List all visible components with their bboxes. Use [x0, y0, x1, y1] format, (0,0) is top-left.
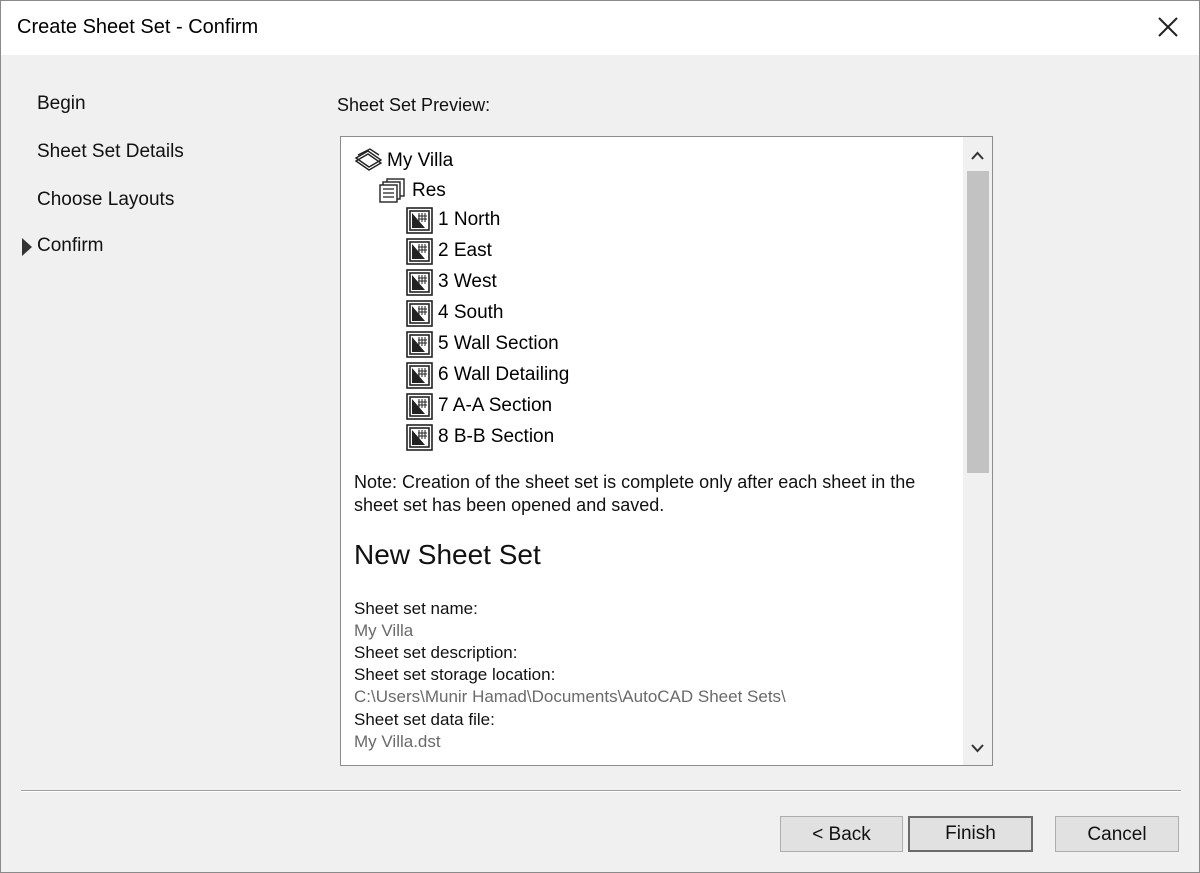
close-button[interactable]: [1139, 1, 1199, 55]
cancel-button[interactable]: Cancel: [1055, 816, 1179, 852]
sheet-icon: [406, 331, 433, 358]
tree-sheet-item[interactable]: 6 Wall Detailing: [406, 362, 666, 389]
preview-scrollbar[interactable]: [963, 137, 992, 765]
sheet-icon: [406, 269, 433, 296]
sheet-set-data-file-label: Sheet set data file:: [354, 710, 495, 729]
tree-sheet-item[interactable]: 5 Wall Section: [406, 331, 666, 358]
sheet-set-preview[interactable]: My Villa Res 1 North 2 East 3 West 4 Sou…: [340, 136, 993, 766]
tree-subset-item[interactable]: Res: [379, 178, 579, 204]
scroll-down-button[interactable]: [963, 733, 992, 765]
chevron-down-icon: [971, 744, 984, 753]
tree-subset-label: Res: [412, 180, 446, 201]
tree-sheet-label: 7 A-A Section: [438, 395, 553, 416]
finish-button[interactable]: Finish: [908, 816, 1033, 852]
tree-root-item[interactable]: My Villa: [354, 148, 654, 174]
sheet-set-location-value: C:\Users\Munir Hamad\Documents\AutoCAD S…: [354, 687, 786, 706]
sheet-icon: [406, 362, 433, 389]
sheet-icon: [406, 207, 433, 234]
back-button[interactable]: < Back: [780, 816, 903, 852]
tree-sheet-item[interactable]: 3 West: [406, 269, 666, 296]
tree-sheet-item[interactable]: 8 B-B Section: [406, 424, 666, 451]
sheet-icon: [406, 424, 433, 451]
scroll-thumb[interactable]: [967, 171, 989, 473]
tree-sheet-item[interactable]: 2 East: [406, 238, 666, 265]
current-step-arrow-icon: [22, 238, 32, 256]
section-title: New Sheet Set: [354, 539, 541, 570]
tree-sheet-label: 6 Wall Detailing: [438, 364, 570, 385]
preview-label: Sheet Set Preview:: [337, 95, 491, 115]
step-begin[interactable]: Begin: [37, 93, 86, 115]
tree-sheet-label: 1 North: [438, 209, 501, 230]
close-icon: [1158, 17, 1178, 37]
create-sheet-set-dialog: Create Sheet Set - Confirm Begin Sheet S…: [0, 0, 1200, 873]
preview-content: My Villa Res 1 North 2 East 3 West 4 Sou…: [341, 137, 961, 765]
tree-sheet-label: 5 Wall Section: [438, 333, 559, 354]
step-sheet-set-details[interactable]: Sheet Set Details: [37, 141, 184, 163]
sheet-set-name-value: My Villa: [354, 621, 414, 640]
scroll-up-button[interactable]: [963, 137, 992, 169]
sheet-set-icon: [354, 148, 383, 171]
creation-note: Note: Creation of the sheet set is compl…: [354, 472, 916, 515]
sheet-set-location-label: Sheet set storage location:: [354, 665, 556, 684]
tree-sheet-label: 8 B-B Section: [438, 426, 555, 447]
sheet-icon: [406, 300, 433, 327]
subset-icon: [379, 178, 405, 203]
sheet-icon: [406, 393, 433, 420]
step-choose-layouts[interactable]: Choose Layouts: [37, 189, 174, 211]
sheet-set-data-file-value: My Villa.dst: [354, 732, 441, 751]
sheet-set-description-label: Sheet set description:: [354, 643, 518, 662]
sheet-icon: [406, 238, 433, 265]
title-bar: Create Sheet Set - Confirm: [1, 1, 1199, 55]
tree-sheet-label: 3 West: [438, 271, 497, 292]
sheet-set-name-label: Sheet set name:: [354, 599, 478, 618]
step-confirm[interactable]: Confirm: [37, 235, 104, 257]
dialog-title: Create Sheet Set - Confirm: [17, 16, 259, 38]
chevron-up-icon: [971, 151, 984, 160]
tree-root-label: My Villa: [387, 150, 454, 171]
tree-sheet-item[interactable]: 7 A-A Section: [406, 393, 666, 420]
tree-sheet-label: 2 East: [438, 240, 492, 261]
tree-sheet-item[interactable]: 4 South: [406, 300, 666, 327]
tree-sheet-item[interactable]: 1 North: [406, 207, 666, 234]
tree-sheet-label: 4 South: [438, 302, 504, 323]
footer-divider: [21, 790, 1181, 792]
